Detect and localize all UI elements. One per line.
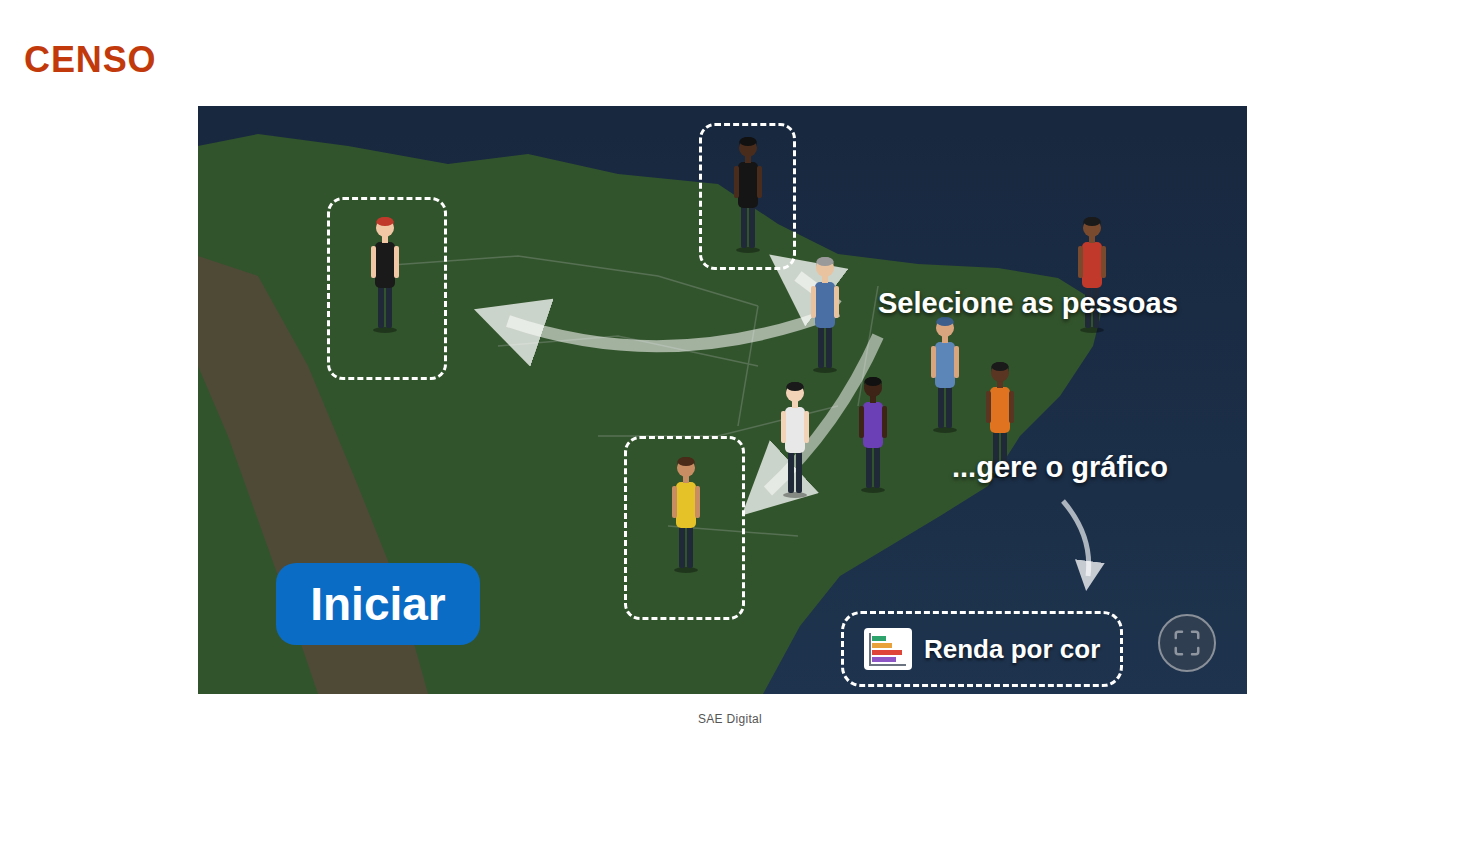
fullscreen-icon (1172, 628, 1202, 658)
person-icon[interactable] (732, 136, 764, 254)
fullscreen-button[interactable] (1158, 614, 1216, 672)
person-icon[interactable] (779, 381, 811, 499)
bar-chart-icon (864, 628, 912, 670)
person-icon[interactable] (809, 256, 841, 374)
start-button[interactable]: Iniciar (276, 563, 480, 645)
instruction-chart: ...gere o gráfico (952, 446, 1168, 490)
person-icon[interactable] (857, 376, 889, 494)
map-stage: Selecione as pessoas ...gere o gráfico Ini… (198, 106, 1247, 694)
page: CENSO Selecione as pessoas ...gere o gráfi… (0, 0, 1460, 850)
person-icon[interactable] (369, 216, 401, 334)
person-icon[interactable] (670, 456, 702, 574)
page-title: CENSO (24, 40, 1460, 80)
person-icon[interactable] (929, 316, 961, 434)
chart-button[interactable]: Renda por cor (841, 611, 1123, 687)
image-caption: SAE Digital (0, 710, 1460, 728)
instruction-select: Selecione as pessoas (878, 282, 1178, 326)
